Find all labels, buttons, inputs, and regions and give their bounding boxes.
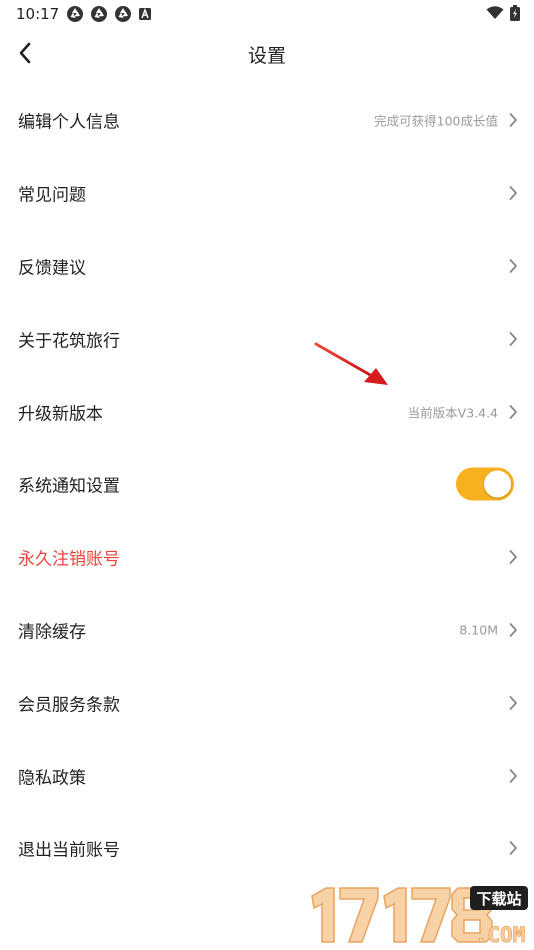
aperture-icon (91, 6, 107, 22)
settings-row-upgrade[interactable]: 升级新版本 当前版本V3.4.4 (0, 375, 534, 448)
wifi-icon (486, 6, 504, 19)
settings-row-faq[interactable]: 常见问题 (0, 157, 534, 230)
watermark-domain-text: .COM (475, 923, 526, 947)
row-label: 常见问题 (18, 185, 86, 206)
chevron-right-icon (509, 186, 517, 201)
settings-screen: 10:17 设置 编辑个人信息 完成可获得100成长值 常见问题 反馈建议 关于… (0, 0, 534, 950)
row-label: 关于花筑旅行 (18, 331, 120, 352)
notification-toggle[interactable] (456, 467, 514, 501)
site-watermark-logo: 下载站 .COM (311, 886, 528, 947)
row-label: 永久注销账号 (18, 549, 120, 570)
settings-row-delete-account[interactable]: 永久注销账号 (0, 521, 534, 594)
chevron-right-icon (509, 623, 517, 637)
settings-list: 编辑个人信息 完成可获得100成长值 常见问题 反馈建议 关于花筑旅行 升级新版… (0, 84, 534, 885)
row-label: 升级新版本 (18, 404, 103, 425)
header: 设置 (0, 28, 534, 80)
row-value: 8.10M (459, 622, 498, 638)
aperture-icon (67, 6, 83, 22)
chevron-right-icon (509, 404, 517, 419)
settings-row-notifications: 系统通知设置 (0, 448, 534, 521)
row-label: 隐私政策 (18, 768, 86, 789)
system-icons (486, 5, 520, 21)
notification-icons (66, 5, 152, 23)
settings-row-logout[interactable]: 退出当前账号 (0, 812, 534, 885)
chevron-right-icon (509, 768, 517, 783)
row-label: 系统通知设置 (18, 476, 120, 497)
row-label: 反馈建议 (18, 258, 86, 279)
row-label: 退出当前账号 (18, 840, 120, 861)
status-bar: 10:17 (0, 0, 534, 28)
chevron-right-icon (509, 331, 517, 346)
watermark-badge-text: 下载站 (476, 890, 521, 908)
row-label: 会员服务条款 (18, 695, 120, 716)
row-label: 清除缓存 (18, 622, 86, 643)
chevron-right-icon (509, 113, 517, 128)
settings-row-about[interactable]: 关于花筑旅行 (0, 302, 534, 375)
status-time: 10:17 (16, 5, 60, 23)
chevron-right-icon (509, 841, 517, 856)
aperture-icon (115, 6, 131, 22)
a-badge-icon (139, 7, 151, 20)
chevron-right-icon (509, 695, 517, 710)
toggle-knob (484, 470, 511, 498)
chevron-right-icon (509, 550, 517, 565)
row-value: 完成可获得100成长值 (374, 113, 498, 129)
annotation-arrow-icon (314, 342, 388, 385)
settings-row-feedback[interactable]: 反馈建议 (0, 230, 534, 303)
page-title: 设置 (247, 45, 286, 67)
row-value: 当前版本V3.4.4 (407, 405, 498, 421)
settings-row-clear-cache[interactable]: 清除缓存 8.10M (0, 594, 534, 667)
row-label: 编辑个人信息 (18, 112, 120, 133)
settings-row-edit-profile[interactable]: 编辑个人信息 完成可获得100成长值 (0, 84, 534, 157)
settings-row-membership-terms[interactable]: 会员服务条款 (0, 666, 534, 739)
settings-row-privacy-policy[interactable]: 隐私政策 (0, 739, 534, 812)
chevron-right-icon (509, 259, 517, 273)
battery-icon (510, 5, 520, 21)
